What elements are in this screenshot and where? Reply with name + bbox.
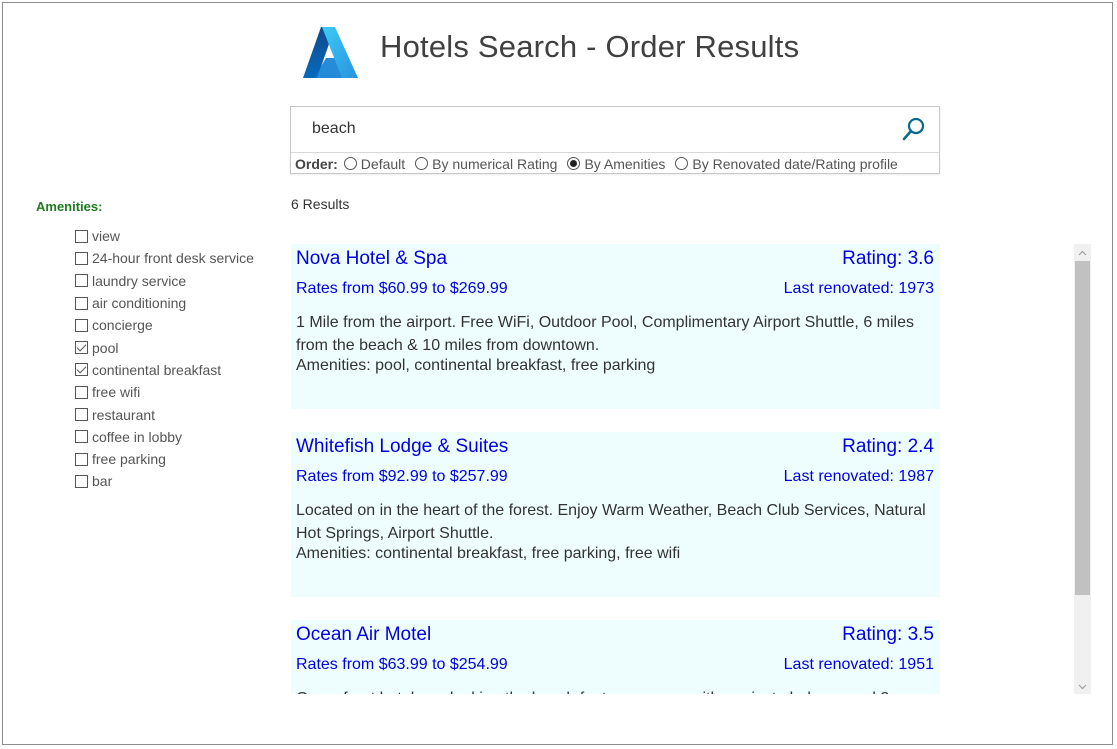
facet-item-label: pool xyxy=(92,339,119,356)
hotel-rates: Rates from $92.99 to $257.99 xyxy=(296,468,508,485)
checkbox[interactable] xyxy=(75,452,88,466)
facet-item-laundry-service[interactable]: laundry service xyxy=(75,270,254,292)
checkbox-checked[interactable] xyxy=(75,363,88,377)
checkbox[interactable] xyxy=(75,318,88,332)
search-input[interactable] xyxy=(291,107,889,151)
radio-button[interactable] xyxy=(675,157,689,170)
result-card: Whitefish Lodge & Suites Rating: 2.4 Rates… xyxy=(291,432,940,597)
checkbox[interactable] xyxy=(75,385,88,399)
checkbox[interactable] xyxy=(75,296,88,310)
facet-item-label: view xyxy=(92,228,121,245)
checkbox[interactable] xyxy=(75,229,88,243)
scroll-up-button[interactable] xyxy=(1074,244,1091,260)
checkbox[interactable] xyxy=(75,251,88,265)
facet-item-concierge[interactable]: concierge xyxy=(75,314,254,336)
checkbox[interactable] xyxy=(75,430,88,444)
hotel-rates: Rates from $63.99 to $254.99 xyxy=(296,656,508,673)
order-options: Order: Default By numerical Rating By Am… xyxy=(291,152,939,174)
hotel-name-link[interactable]: Ocean Air Motel xyxy=(296,624,431,646)
order-option-label: By Amenities xyxy=(584,155,666,172)
search-icon xyxy=(899,117,929,147)
facet-item-24-hour-front-desk-service[interactable]: 24-hour front desk service xyxy=(75,247,254,269)
facet-item-view[interactable]: view xyxy=(75,225,254,247)
checkbox[interactable] xyxy=(75,274,88,288)
facet-item-continental-breakfast[interactable]: continental breakfast xyxy=(75,359,254,381)
result-card: Nova Hotel & Spa Rating: 3.6 Rates from $6… xyxy=(291,244,940,409)
radio-button[interactable] xyxy=(415,157,429,170)
facet-item-label: continental breakfast xyxy=(92,361,222,378)
order-option-rating[interactable]: By numerical Rating xyxy=(415,156,557,172)
facet-item-pool[interactable]: pool xyxy=(75,336,254,358)
checkbox[interactable] xyxy=(75,408,88,422)
hotel-amenities: Amenities: pool, continental breakfast, … xyxy=(296,357,656,374)
hotel-rating: Rating: 3.6 xyxy=(842,248,934,269)
facet-item-label: restaurant xyxy=(92,406,156,423)
order-option-amenities[interactable]: By Amenities xyxy=(567,156,665,172)
hotel-rating: Rating: 2.4 xyxy=(842,436,934,457)
hotel-rating: Rating: 3.5 xyxy=(842,624,934,645)
hotel-last-renovated: Last renovated: 1987 xyxy=(783,468,934,485)
order-option-label: By Renovated date/Rating profile xyxy=(692,155,898,172)
facet-item-coffee-in-lobby[interactable]: coffee in lobby xyxy=(75,426,254,448)
facet-item-label: laundry service xyxy=(92,272,187,289)
facet-item-bar[interactable]: bar xyxy=(75,470,254,492)
hotel-description: Located on in the heart of the forest. E… xyxy=(296,502,926,542)
facet-title: Amenities: xyxy=(36,199,103,214)
chevron-down-icon xyxy=(1078,677,1087,695)
chevron-up-icon xyxy=(1078,243,1087,261)
hotel-description: Oceanfront hotel overlooking the beach f… xyxy=(296,687,936,694)
facet-item-free-wifi[interactable]: free wifi xyxy=(75,381,254,403)
result-card: Ocean Air Motel Rating: 3.5 Rates from $63… xyxy=(291,620,940,694)
facet-item-air-conditioning[interactable]: air conditioning xyxy=(75,292,254,314)
order-option-label: Default xyxy=(360,155,406,172)
results-list[interactable]: Nova Hotel & Spa Rating: 3.6 Rates from $6… xyxy=(291,244,941,694)
facet-item-label: coffee in lobby xyxy=(92,428,183,445)
order-option-label: By numerical Rating xyxy=(432,155,558,172)
hotel-name-link[interactable]: Nova Hotel & Spa xyxy=(296,248,447,270)
facet-item-label: concierge xyxy=(92,317,153,334)
scroll-down-button[interactable] xyxy=(1074,678,1091,694)
hotel-last-renovated: Last renovated: 1973 xyxy=(783,280,934,297)
facet-item-restaurant[interactable]: restaurant xyxy=(75,403,254,425)
checkbox-checked[interactable] xyxy=(75,341,88,355)
azure-logo-icon xyxy=(302,26,359,79)
facet-item-label: bar xyxy=(92,473,113,490)
facet-item-label: free parking xyxy=(92,451,166,468)
hotel-name-link[interactable]: Whitefish Lodge & Suites xyxy=(296,436,508,458)
radio-button[interactable] xyxy=(343,157,357,170)
order-label: Order: xyxy=(295,155,338,172)
hotel-amenities: Amenities: continental breakfast, free p… xyxy=(296,545,681,562)
page-title: Hotels Search - Order Results xyxy=(380,29,800,64)
checkbox[interactable] xyxy=(75,474,88,488)
amenities-facet-list: view 24-hour front desk service laundry se… xyxy=(75,225,254,493)
app-window: Hotels Search - Order Results Order: Def… xyxy=(2,2,1113,745)
hotel-rates: Rates from $60.99 to $269.99 xyxy=(296,280,508,297)
facet-item-label: 24-hour front desk service xyxy=(92,250,254,267)
facet-item-free-parking[interactable]: free parking xyxy=(75,448,254,470)
results-scrollbar[interactable] xyxy=(1074,244,1091,694)
facet-item-label: air conditioning xyxy=(92,295,187,312)
search-button[interactable] xyxy=(899,115,929,143)
scroll-thumb[interactable] xyxy=(1075,261,1090,595)
hotel-description: 1 Mile from the airport. Free WiFi, Outd… xyxy=(296,314,914,354)
order-option-default[interactable]: Default xyxy=(343,155,406,172)
facet-item-label: free wifi xyxy=(92,384,141,401)
radio-button-selected[interactable] xyxy=(567,157,581,170)
results-count: 6 Results xyxy=(291,196,350,212)
hotel-last-renovated: Last renovated: 1951 xyxy=(783,656,934,673)
order-option-renovated[interactable]: By Renovated date/Rating profile xyxy=(675,155,898,172)
search-box: Order: Default By numerical Rating By Am… xyxy=(290,106,940,174)
